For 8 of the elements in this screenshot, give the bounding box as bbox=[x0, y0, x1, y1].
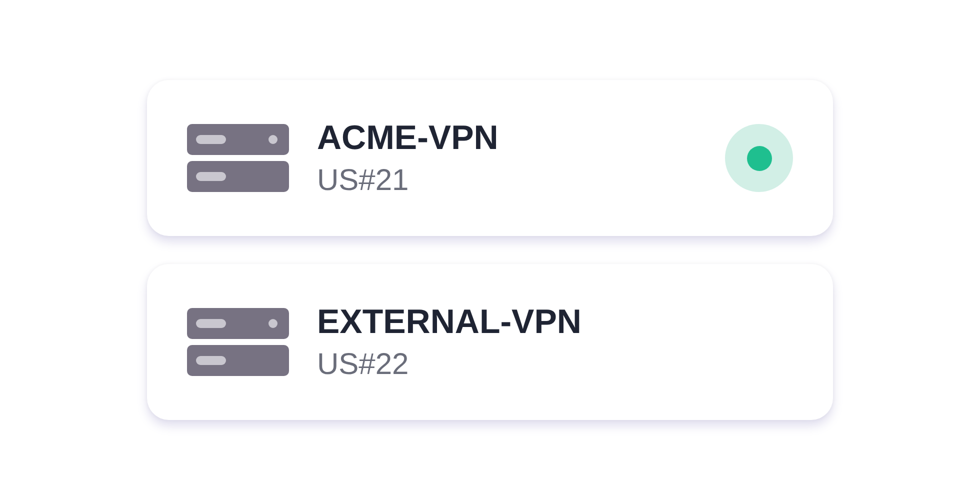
server-location: US#21 bbox=[317, 163, 410, 199]
server-card[interactable]: ACME-VPN US#21 bbox=[147, 80, 833, 236]
server-icon bbox=[187, 308, 289, 376]
server-name: EXTERNAL-VPN bbox=[317, 302, 582, 343]
server-icon bbox=[187, 124, 289, 192]
server-name: ACME-VPN bbox=[317, 118, 500, 159]
server-location: US#22 bbox=[317, 347, 410, 383]
server-card[interactable]: EXTERNAL-VPN US#22 bbox=[147, 264, 833, 420]
